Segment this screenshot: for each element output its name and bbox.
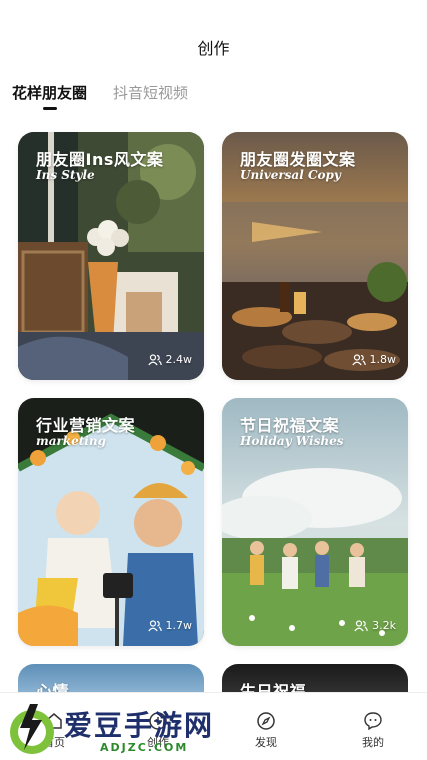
users-icon xyxy=(354,619,368,631)
nav-profile[interactable]: 我的 xyxy=(343,711,403,750)
card-count-value: 3.2k xyxy=(372,619,396,632)
card-title: 朋友圈Ins风文案 xyxy=(36,150,164,169)
card-holiday-wishes[interactable]: 节日祝福文案 Holiday Wishes 3.2k xyxy=(222,398,408,646)
card-subtitle: Ins Style xyxy=(36,168,95,182)
watermark: 爱豆手游网 ADJZC.COM xyxy=(8,698,248,760)
tab-moments[interactable]: 花样朋友圈 xyxy=(12,82,87,112)
card-count-value: 1.8w xyxy=(369,353,397,366)
tab-douyin[interactable]: 抖音短视频 xyxy=(113,82,188,112)
card-usage-count: 3.2k xyxy=(354,619,396,632)
watermark-text: 爱豆手游网 xyxy=(64,709,215,742)
card-usage-count: 1.7w xyxy=(147,619,193,632)
card-count-value: 2.4w xyxy=(165,353,193,366)
watermark-logo-icon xyxy=(10,704,54,754)
users-icon xyxy=(147,619,162,631)
users-icon xyxy=(351,353,366,365)
compass-icon xyxy=(257,712,275,730)
header: 创作 xyxy=(0,0,427,72)
watermark-url: ADJZC.COM xyxy=(100,741,189,754)
nav-profile-label: 我的 xyxy=(362,736,384,749)
card-count-value: 1.7w xyxy=(165,619,193,632)
tab-douyin-label: 抖音短视频 xyxy=(113,84,189,102)
card-universal-copy[interactable]: 朋友圈发圈文案 Universal Copy 1.8w xyxy=(222,132,408,380)
card-subtitle: Holiday Wishes xyxy=(240,434,344,448)
tab-bar: 花样朋友圈 抖音短视频 xyxy=(12,82,188,112)
card-title: 朋友圈发圈文案 xyxy=(240,150,356,169)
card-usage-count: 1.8w xyxy=(351,353,397,366)
card-subtitle: marketing xyxy=(36,434,106,448)
card-ins-style[interactable]: 朋友圈Ins风文案 Ins Style 2.4w xyxy=(18,132,204,380)
profile-icon xyxy=(364,712,382,731)
card-usage-count: 2.4w xyxy=(147,353,193,366)
card-title: 节日祝福文案 xyxy=(240,416,340,435)
page-title: 创作 xyxy=(197,39,230,58)
users-icon xyxy=(147,353,162,365)
card-title: 行业营销文案 xyxy=(36,416,136,435)
card-subtitle: Universal Copy xyxy=(240,168,341,182)
active-tab-indicator xyxy=(43,107,57,110)
card-marketing[interactable]: 行业营销文案 marketing 1.7w xyxy=(18,398,204,646)
tab-moments-label: 花样朋友圈 xyxy=(12,84,88,102)
